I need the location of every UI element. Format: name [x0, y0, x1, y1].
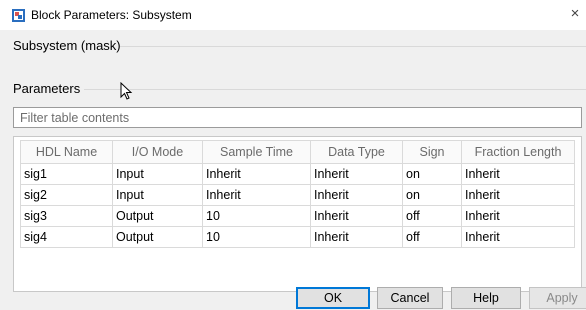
parameters-divider [84, 89, 586, 90]
table-header-row: HDL Name I/O Mode Sample Time Data Type … [20, 140, 575, 164]
column-header-sample-time[interactable]: Sample Time [202, 140, 311, 164]
close-icon[interactable]: × [568, 6, 582, 22]
cell-io-mode[interactable]: Output [112, 226, 203, 248]
ok-button[interactable]: OK [296, 287, 370, 309]
simulink-block-icon [12, 9, 25, 22]
apply-button[interactable]: Apply [529, 287, 586, 309]
cell-hdl-name[interactable]: sig1 [20, 163, 113, 185]
cell-sample-time[interactable]: 10 [202, 226, 311, 248]
cell-sample-time[interactable]: Inherit [202, 184, 311, 206]
window-title: Block Parameters: Subsystem [31, 8, 192, 22]
cell-io-mode[interactable]: Output [112, 205, 203, 227]
table-row[interactable]: sig3 Output 10 Inherit off Inherit [20, 205, 575, 227]
cell-fraction-length[interactable]: Inherit [461, 205, 575, 227]
cell-data-type[interactable]: Inherit [310, 184, 403, 206]
cell-sample-time[interactable]: 10 [202, 205, 311, 227]
cell-hdl-name[interactable]: sig2 [20, 184, 113, 206]
column-header-sign[interactable]: Sign [402, 140, 462, 164]
mask-title: Subsystem (mask) [13, 38, 121, 53]
cell-hdl-name[interactable]: sig3 [20, 205, 113, 227]
table-row[interactable]: sig4 Output 10 Inherit off Inherit [20, 226, 575, 248]
mouse-pointer-icon [120, 82, 133, 100]
cell-data-type[interactable]: Inherit [310, 226, 403, 248]
help-button[interactable]: Help [451, 287, 521, 309]
title-bar[interactable]: Block Parameters: Subsystem × [0, 0, 586, 30]
column-header-fraction-length[interactable]: Fraction Length [461, 140, 575, 164]
cell-fraction-length[interactable]: Inherit [461, 184, 575, 206]
cancel-button[interactable]: Cancel [377, 287, 443, 309]
table-row[interactable]: sig1 Input Inherit Inherit on Inherit [20, 163, 575, 185]
parameters-label: Parameters [13, 81, 81, 96]
cell-sign[interactable]: on [402, 184, 462, 206]
cell-data-type[interactable]: Inherit [310, 163, 403, 185]
cell-fraction-length[interactable]: Inherit [461, 163, 575, 185]
cell-io-mode[interactable]: Input [112, 163, 203, 185]
cell-sign[interactable]: off [402, 205, 462, 227]
cell-hdl-name[interactable]: sig4 [20, 226, 113, 248]
column-header-io-mode[interactable]: I/O Mode [112, 140, 203, 164]
cell-sample-time[interactable]: Inherit [202, 163, 311, 185]
parameters-table[interactable]: HDL Name I/O Mode Sample Time Data Type … [13, 136, 582, 292]
cell-sign[interactable]: on [402, 163, 462, 185]
parameters-grid: HDL Name I/O Mode Sample Time Data Type … [20, 140, 575, 248]
mask-divider [120, 46, 586, 47]
column-header-data-type[interactable]: Data Type [310, 140, 403, 164]
cell-fraction-length[interactable]: Inherit [461, 226, 575, 248]
filter-table-input[interactable] [13, 107, 582, 128]
column-header-hdl-name[interactable]: HDL Name [20, 140, 113, 164]
cell-data-type[interactable]: Inherit [310, 205, 403, 227]
table-row[interactable]: sig2 Input Inherit Inherit on Inherit [20, 184, 575, 206]
cell-sign[interactable]: off [402, 226, 462, 248]
dialog-body: Subsystem (mask) Parameters HDL Name I/O… [0, 30, 586, 310]
cell-io-mode[interactable]: Input [112, 184, 203, 206]
filter-input[interactable] [14, 108, 581, 127]
